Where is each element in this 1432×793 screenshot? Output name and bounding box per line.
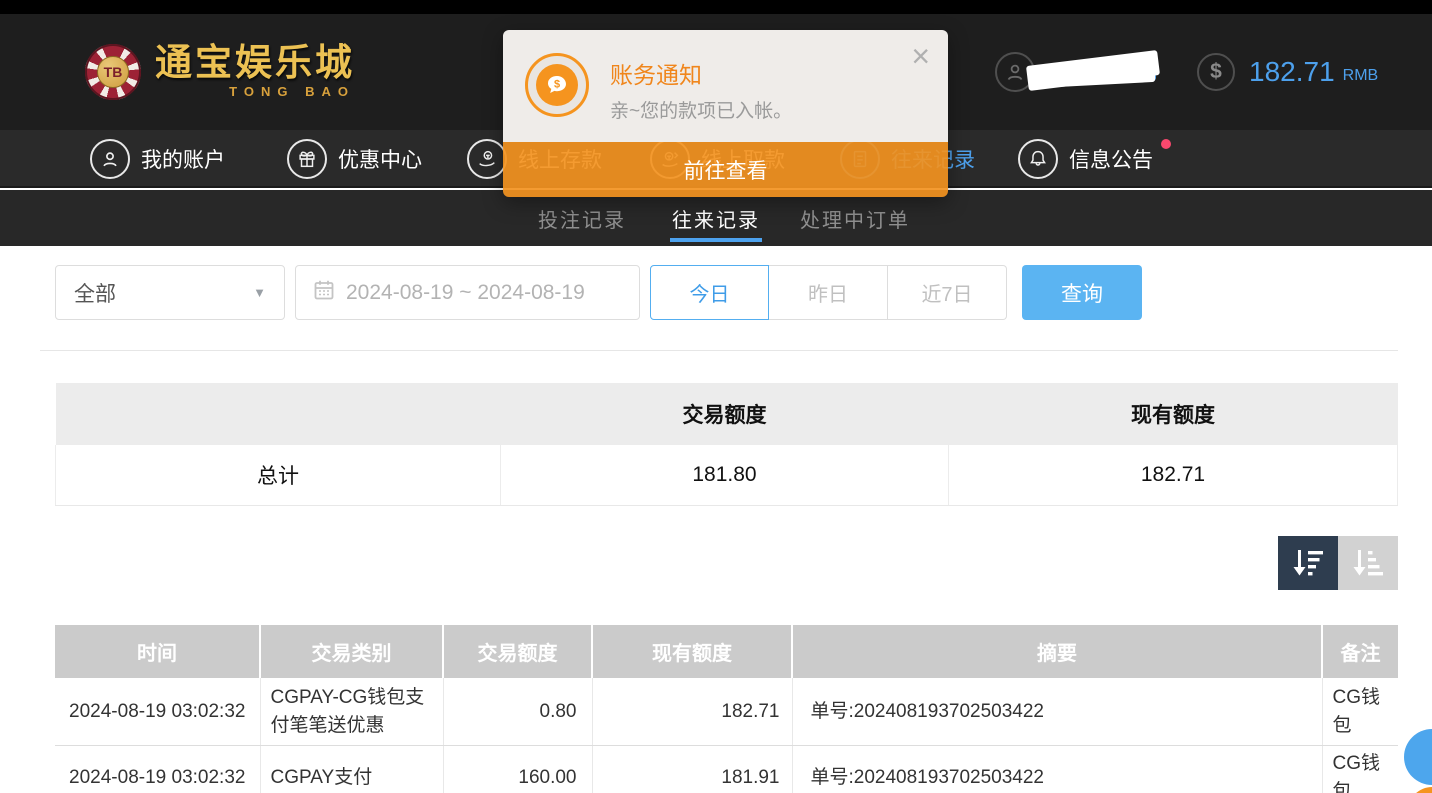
table-row: 2024-08-19 03:02:32 CGPAY-CG钱包支付笔笔送优惠 0.… — [55, 678, 1398, 746]
sub-tabbar: 投注记录 往来记录 处理中订单 — [0, 190, 1432, 246]
quick-btn-yesterday[interactable]: 昨日 — [769, 265, 888, 320]
notification-dot-badge — [1161, 139, 1171, 149]
quick-btn-today[interactable]: 今日 — [650, 265, 769, 320]
summary-table: 交易额度 现有额度 总计 181.80 182.71 — [55, 383, 1398, 506]
notification-title: 账务通知 — [610, 56, 702, 90]
bell-icon — [1018, 139, 1058, 179]
chevron-down-icon: ▼ — [253, 285, 266, 300]
brand-logo[interactable]: TB 通宝娱乐城 TONG BAO — [85, 44, 355, 100]
col-header-summary: 摘要 — [792, 625, 1322, 678]
summary-total-transaction: 181.80 — [501, 445, 949, 505]
cell-summary: 单号:202408193702503422 — [792, 678, 1322, 746]
records-table: 时间 交易类别 交易额度 现有额度 摘要 备注 2024-08-19 03:02… — [55, 625, 1398, 793]
page: TB 通宝娱乐城 TONG BAO 5 $ 182.71 — [0, 0, 1432, 793]
nav-item-my-account[interactable]: 我的账户 — [90, 130, 225, 188]
calendar-icon — [312, 278, 336, 307]
brand-subtitle: TONG BAO — [155, 84, 355, 99]
type-select-value: 全部 — [74, 278, 253, 308]
tab-processing-orders[interactable]: 处理中订单 — [800, 190, 910, 246]
cell-amount: 0.80 — [443, 678, 592, 746]
cell-amount: 160.00 — [443, 746, 592, 793]
nav-label: 我的账户 — [141, 144, 225, 174]
money-chat-bubble-icon-inner: $ — [536, 64, 578, 106]
cell-balance: 182.71 — [592, 678, 792, 746]
sort-controls — [1278, 536, 1398, 590]
cell-summary: 单号:202408193702503422 — [792, 746, 1322, 793]
nav-label: 信息公告 — [1069, 144, 1153, 174]
go-view-button[interactable]: 前往查看 — [503, 142, 948, 197]
cell-time: 2024-08-19 03:02:32 — [55, 746, 260, 793]
user-icon — [90, 139, 130, 179]
chip-monogram: TB — [97, 56, 129, 88]
floating-secondary-button[interactable] — [1408, 787, 1432, 793]
svg-text:$: $ — [554, 79, 560, 91]
sort-ascending-button[interactable] — [1338, 536, 1398, 590]
balance-currency: RMB — [1343, 59, 1379, 85]
username-redacted: 5 — [1039, 50, 1165, 94]
summary-header-balance: 现有额度 — [949, 383, 1398, 445]
summary-total-label: 总计 — [56, 445, 501, 505]
nav-item-announcements[interactable]: 信息公告 — [1018, 130, 1153, 188]
account-notification-modal: $ 账务通知 亲~您的款项已入帐。 × 前往查看 — [503, 30, 948, 197]
brand-text: 通宝娱乐城 TONG BAO — [155, 45, 355, 99]
notification-message: 亲~您的款项已入帐。 — [610, 96, 792, 123]
cell-note: CG钱包 — [1322, 746, 1398, 793]
summary-header-empty — [56, 383, 501, 445]
cell-type: CGPAY支付 — [260, 746, 443, 793]
col-header-note: 备注 — [1322, 625, 1398, 678]
records-header-row: 时间 交易类别 交易额度 现有额度 摘要 备注 — [55, 625, 1398, 678]
col-header-time: 时间 — [55, 625, 260, 678]
summary-total-row: 总计 181.80 182.71 — [56, 445, 1398, 505]
active-tab-underline — [670, 238, 762, 242]
sort-ascending-icon — [1350, 547, 1386, 579]
date-range-picker[interactable]: 2024-08-19 ~ 2024-08-19 — [295, 265, 640, 320]
summary-total-balance: 182.71 — [949, 445, 1398, 505]
browser-top-strip — [0, 0, 1432, 14]
nav-label: 优惠中心 — [338, 144, 422, 174]
user-account-area[interactable]: 5 — [995, 49, 1165, 95]
money-chat-bubble-icon: $ — [525, 53, 589, 117]
summary-header-row: 交易额度 现有额度 — [56, 383, 1398, 445]
col-header-balance: 现有额度 — [592, 625, 792, 678]
date-range-value: 2024-08-19 ~ 2024-08-19 — [346, 281, 585, 305]
balance-display[interactable]: $ 182.71 RMB — [1197, 53, 1378, 91]
tab-betting-records[interactable]: 投注记录 — [538, 190, 626, 246]
cell-type: CGPAY-CG钱包支付笔笔送优惠 — [260, 678, 443, 746]
dollar-icon: $ — [1197, 53, 1235, 91]
col-header-type: 交易类别 — [260, 625, 443, 678]
nav-item-promotions[interactable]: 优惠中心 — [287, 130, 422, 188]
cell-note: CG钱包 — [1322, 678, 1398, 746]
deposit-icon — [467, 139, 507, 179]
quick-date-group: 今日 昨日 近7日 — [650, 265, 1007, 320]
gift-icon — [287, 139, 327, 179]
sort-descending-icon — [1290, 547, 1326, 579]
search-button[interactable]: 查询 — [1022, 265, 1142, 320]
close-icon[interactable]: × — [911, 40, 930, 72]
notification-body: $ 账务通知 亲~您的款项已入帐。 × — [503, 30, 948, 142]
table-row: 2024-08-19 03:02:32 CGPAY支付 160.00 181.9… — [55, 746, 1398, 793]
summary-header-transaction: 交易额度 — [501, 383, 949, 445]
balance-amount: 182.71 — [1249, 56, 1335, 88]
cell-balance: 181.91 — [592, 746, 792, 793]
cell-time: 2024-08-19 03:02:32 — [55, 678, 260, 746]
casino-chip-icon: TB — [85, 44, 141, 100]
col-header-amount: 交易额度 — [443, 625, 592, 678]
section-divider — [40, 350, 1398, 351]
brand-title: 通宝娱乐城 — [155, 45, 355, 82]
floating-chat-button[interactable] — [1404, 729, 1432, 785]
sort-descending-button[interactable] — [1278, 536, 1338, 590]
type-select[interactable]: 全部 ▼ — [55, 265, 285, 320]
quick-btn-last7days[interactable]: 近7日 — [888, 265, 1007, 320]
